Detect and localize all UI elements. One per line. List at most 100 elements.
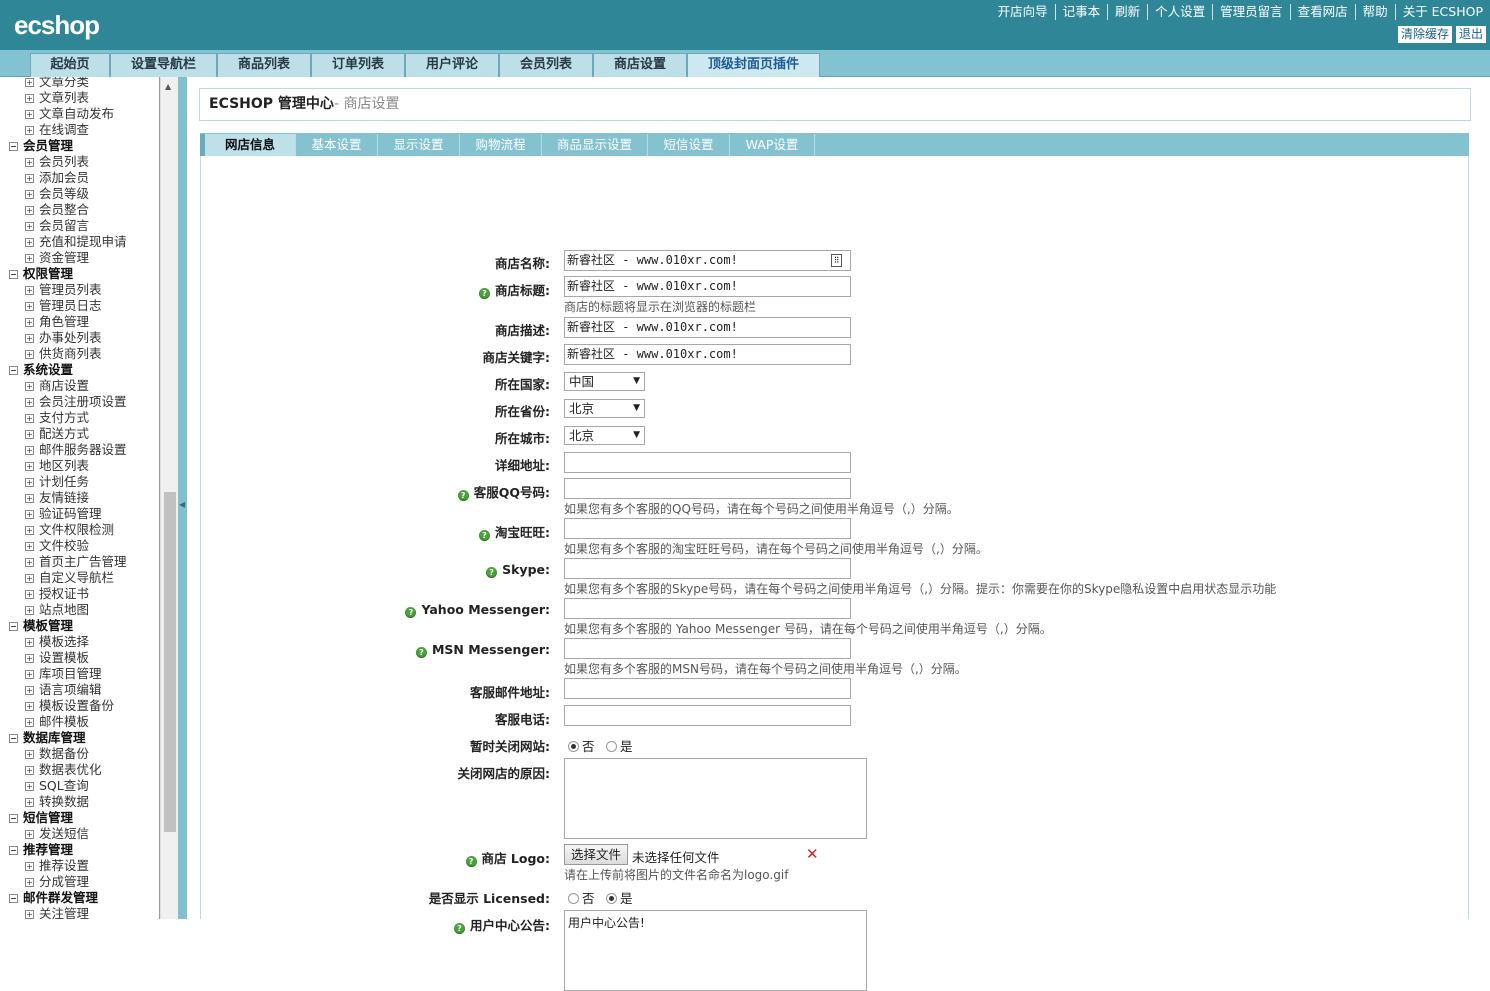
help-icon[interactable]: ? <box>454 923 465 934</box>
tab-goods-display[interactable]: 商品显示设置 <box>542 134 648 156</box>
tab-wap[interactable]: WAP设置 <box>730 134 815 156</box>
shop-name-input[interactable]: 新睿社区 - www.010xr.com! ⠿ <box>564 250 851 271</box>
help-icon[interactable]: ? <box>486 567 498 578</box>
msn-input[interactable] <box>564 638 851 659</box>
sidebar-item[interactable]: + 管理员日志 <box>25 298 102 314</box>
sidebar-item[interactable]: + 资金管理 <box>25 250 89 266</box>
tab-shop-info[interactable]: 网店信息 <box>200 134 296 156</box>
address-input[interactable] <box>564 452 851 473</box>
sidebar-item[interactable]: + 文章分类 <box>25 77 89 90</box>
skype-input[interactable] <box>564 558 851 579</box>
help-icon[interactable]: ? <box>415 647 427 658</box>
close-reason-textarea[interactable] <box>564 758 867 839</box>
tab-display[interactable]: 显示设置 <box>378 134 460 156</box>
tab-basic[interactable]: 基本设置 <box>296 134 378 156</box>
top-link-about[interactable]: 关于 ECSHOP <box>1394 4 1490 20</box>
sidebar-item[interactable]: + 模板设置备份 <box>25 698 114 714</box>
sidebar-item[interactable]: + SQL查询 <box>25 778 89 794</box>
sidebar-item[interactable]: + 商店设置 <box>25 378 89 394</box>
tab-shopping-flow[interactable]: 购物流程 <box>460 134 542 156</box>
menu-shop-settings[interactable]: 商店设置 <box>593 53 687 77</box>
collapse-arrow-icon[interactable]: ◀ <box>179 500 185 509</box>
city-select[interactable]: 北京 ▼ <box>564 426 645 445</box>
qq-input[interactable] <box>564 478 851 499</box>
top-link-wizard[interactable]: 开店向导 <box>991 4 1055 20</box>
sidebar-item[interactable]: + 文章列表 <box>25 90 89 106</box>
top-link-profile[interactable]: 个人设置 <box>1147 4 1212 20</box>
sidebar-item[interactable]: + 会员注册项设置 <box>25 394 127 410</box>
sidebar-item[interactable]: + 文件权限检测 <box>25 522 114 538</box>
sidebar-item[interactable]: + 授权证书 <box>25 586 89 602</box>
sidebar-item[interactable]: + 站点地图 <box>25 602 89 618</box>
country-select[interactable]: 中国 ▼ <box>564 372 645 391</box>
top-link-view-shop[interactable]: 查看网店 <box>1289 4 1355 20</box>
logout-button[interactable]: 退出 <box>1455 26 1486 43</box>
closed-no-radio[interactable]: 否 <box>568 736 595 755</box>
sidebar-item[interactable]: + 在线调查 <box>25 122 89 138</box>
sidebar-item[interactable]: + 模板选择 <box>25 634 89 650</box>
sidebar-item[interactable]: + 关注管理 <box>25 906 89 919</box>
sidebar-item[interactable]: + 数据表优化 <box>25 762 102 778</box>
menu-goods-list[interactable]: 商品列表 <box>217 53 311 77</box>
sidebar-item[interactable]: + 语言项编辑 <box>25 682 102 698</box>
licensed-no-radio[interactable]: 否 <box>568 888 595 907</box>
tab-sms[interactable]: 短信设置 <box>648 134 730 156</box>
shop-title-input[interactable]: 新睿社区 - www.010xr.com! <box>564 276 851 297</box>
sidebar-item[interactable]: + 计划任务 <box>25 474 89 490</box>
sidebar-group[interactable]: − 权限管理 <box>9 266 73 282</box>
sidebar-group[interactable]: − 模板管理 <box>9 618 73 634</box>
sidebar-item[interactable]: + 供货商列表 <box>25 346 102 362</box>
shop-desc-input[interactable]: 新睿社区 - www.010xr.com! <box>564 317 851 338</box>
sidebar-item[interactable]: + 邮件服务器设置 <box>25 442 127 458</box>
sidebar-item[interactable]: + 分成管理 <box>25 874 89 890</box>
yahoo-input[interactable] <box>564 598 851 619</box>
top-link-notepad[interactable]: 记事本 <box>1054 4 1108 20</box>
menu-member-list[interactable]: 会员列表 <box>499 53 593 77</box>
scroll-up-arrow-icon[interactable]: ▲ <box>165 82 171 91</box>
menu-order-list[interactable]: 订单列表 <box>311 53 405 77</box>
sidebar-item[interactable]: + 管理员列表 <box>25 282 102 298</box>
sidebar-group[interactable]: − 邮件群发管理 <box>9 890 98 906</box>
menu-start-page[interactable]: 起始页 <box>30 53 110 77</box>
help-icon[interactable]: ? <box>457 490 469 501</box>
scroll-thumb[interactable] <box>164 492 176 832</box>
help-icon[interactable]: ? <box>465 856 477 867</box>
sidebar-item[interactable]: + 数据备份 <box>25 746 89 762</box>
sidebar-item[interactable]: + 推荐设置 <box>25 858 89 874</box>
sidebar-splitter[interactable]: ◀ <box>178 77 187 919</box>
sidebar-item[interactable]: + 自定义导航栏 <box>25 570 114 586</box>
sidebar-group[interactable]: − 推荐管理 <box>9 842 73 858</box>
clear-cache-button[interactable]: 清除缓存 <box>1397 26 1452 43</box>
sidebar-item[interactable]: + 验证码管理 <box>25 506 102 522</box>
sidebar-item[interactable]: + 首页主广告管理 <box>25 554 127 570</box>
sidebar-item[interactable]: + 邮件模板 <box>25 714 89 730</box>
sidebar-item[interactable]: + 会员留言 <box>25 218 89 234</box>
closed-yes-radio[interactable]: 是 <box>606 736 633 755</box>
email-input[interactable] <box>564 678 851 699</box>
sidebar-item[interactable]: + 友情链接 <box>25 490 89 506</box>
menu-user-comments[interactable]: 用户评论 <box>405 53 499 77</box>
help-icon[interactable]: ? <box>479 530 490 541</box>
sidebar-group[interactable]: − 会员管理 <box>9 138 73 154</box>
sidebar-item[interactable]: + 设置模板 <box>25 650 89 666</box>
delete-icon[interactable]: ✕ <box>806 845 819 863</box>
notice-textarea[interactable]: 用户中心公告! <box>564 910 867 991</box>
sidebar-item[interactable]: + 文件校验 <box>25 538 89 554</box>
menu-nav-settings[interactable]: 设置导航栏 <box>110 53 217 77</box>
shop-keywords-input[interactable]: 新睿社区 - www.010xr.com! <box>564 344 851 365</box>
sidebar-item[interactable]: + 配送方式 <box>25 426 89 442</box>
sidebar-item[interactable]: + 角色管理 <box>25 314 89 330</box>
sidebar-scrollbar[interactable]: ▲ <box>160 77 178 919</box>
sidebar-item[interactable]: + 地区列表 <box>25 458 89 474</box>
menu-cover-plugin[interactable]: 顶级封面页插件 <box>687 53 820 77</box>
sidebar-group[interactable]: − 数据库管理 <box>9 730 86 746</box>
sidebar-item[interactable]: + 库项目管理 <box>25 666 102 682</box>
sidebar-group[interactable]: − 系统设置 <box>9 362 73 378</box>
sidebar-item[interactable]: + 发送短信 <box>25 826 89 842</box>
sidebar-item[interactable]: + 支付方式 <box>25 410 89 426</box>
top-link-admin-messages[interactable]: 管理员留言 <box>1212 4 1290 20</box>
top-link-refresh[interactable]: 刷新 <box>1107 4 1147 20</box>
sidebar-item[interactable]: + 办事处列表 <box>25 330 102 346</box>
help-icon[interactable]: ? <box>479 288 490 299</box>
sidebar-group[interactable]: − 短信管理 <box>9 810 73 826</box>
